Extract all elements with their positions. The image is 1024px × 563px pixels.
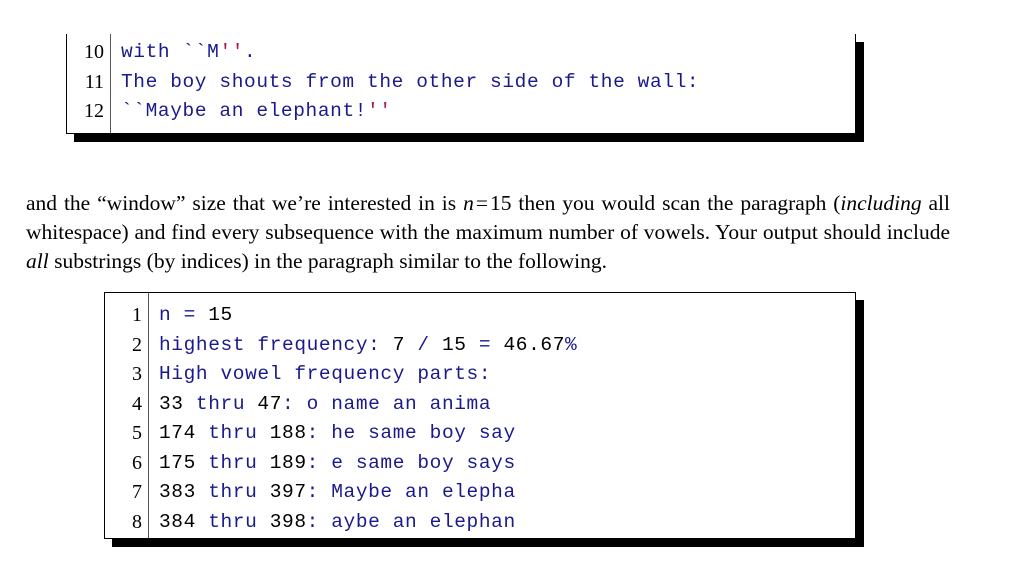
body-paragraph: and the “window” size that we’re interes… [26,189,950,276]
code-token-kw: thru [195,481,270,503]
code-token-kw: highest frequency: [159,333,393,356]
code-token-kw: with [121,41,183,63]
code-line: 383 thru 397: Maybe an elepha [159,478,855,508]
code-line-number: 5 [132,422,142,444]
code-token-kw: thru [195,510,270,533]
code-token-kw: n = [159,304,209,326]
code-line: 174 thru 188: he same boy say [159,419,855,449]
code-line: 384 thru 398: aybe an elephan [159,508,855,538]
code-token-kw: High vowel frequency parts: [159,363,492,385]
code-token-num: 33 [159,392,184,415]
math-number: 15 [489,190,512,215]
code-token-kw: M [207,41,220,63]
code-line-number: 3 [132,363,142,385]
code-token-kw: . [244,41,257,63]
code-line-number: 8 [132,510,142,533]
code-line-number: 6 [132,451,142,474]
code-token-kw: : Maybe an elepha [306,481,516,503]
code-line-number: 12 [84,100,104,122]
code-token-kw: Maybe an elephant! [145,100,368,122]
code-token-num: 47 [257,392,283,415]
code-token-num: 383 [159,481,196,503]
code-listing-top: 10 11 12 with ``M''. The boy shouts from th… [66,34,864,142]
code-line-number: 2 [132,333,142,356]
code-token-num: 174 [159,422,196,444]
code-listing-top-box: 10 11 12 with ``M''. The boy shouts from th… [66,34,856,134]
code-listing-top-code: with ``M''. The boy shouts from the other… [111,34,855,133]
code-token-num: 188 [269,422,307,444]
code-token-q-open: `` [121,100,146,122]
code-token-num: 189 [269,451,307,474]
code-line-number: 10 [84,41,104,63]
code-line-number: 4 [132,392,142,415]
code-line-number: 11 [84,70,104,93]
code-token-q-close: '' [367,100,392,122]
code-line: The boy shouts from the other side of th… [121,68,855,98]
code-token-num: 175 [159,451,196,474]
code-token-num: 15 [441,333,467,356]
code-token-num: 397 [269,481,307,503]
code-token-kw: thru [195,451,270,474]
code-line: High vowel frequency parts: [159,360,855,390]
code-token-kw: : aybe an elephan [306,510,516,533]
math-operator: = [475,190,488,215]
code-token-q-open: `` [182,41,208,63]
math-variable: n [463,190,474,215]
code-token-kw: / [405,333,442,356]
paragraph-text: substrings (by indices) in the paragraph… [48,248,607,273]
code-line: with ``M''. [121,38,855,68]
code-listing-bottom: 12345678 n = 15 highest frequency: 7 / 15… [104,292,864,547]
code-line: ``Maybe an elephant!'' [121,97,855,127]
paragraph-text: then you would scan the para­graph ( [511,190,841,215]
code-token-kw: : e same boy says [306,451,516,474]
code-line: 33 thru 47: o name an anima [159,390,855,420]
code-token-kw: The boy shouts from the other side of th… [121,70,700,93]
code-token-kw: : he same boy say [306,422,516,444]
code-line: n = 15 [159,301,855,331]
code-token-kw: thru [183,392,258,415]
code-token-num: 7 [392,333,406,356]
code-listing-top-line-numbers: 10 11 12 [67,34,111,133]
code-line-number: 7 [132,481,142,503]
emphasis-text: all [26,248,49,273]
code-token-num: 384 [159,510,196,533]
code-token-num: 46.67 [503,333,565,356]
code-line: highest frequency: 7 / 15 = 46.67% [159,331,855,361]
code-token-kw: % [565,333,578,356]
code-token-num: 398 [269,510,307,533]
code-token-kw: thru [195,422,270,444]
code-listing-bottom-box: 12345678 n = 15 highest frequency: 7 / 15… [104,292,856,539]
emphasis-text: including [840,190,922,215]
code-token-kw: : o name an anima [282,392,492,415]
code-line: 175 thru 189: e same boy says [159,449,855,479]
code-token-q-close: '' [219,41,245,63]
code-token-kw: = [466,333,504,356]
code-listing-bottom-code: n = 15 highest frequency: 7 / 15 = 46.67%… [149,293,855,538]
code-listing-bottom-line-numbers: 1 2 3 4 5 6 7 8 [105,293,149,538]
code-token-num: 15 [208,304,233,326]
paragraph-text: and the “window” size that we’re interes… [26,190,464,215]
code-line-number: 1 [132,304,142,326]
